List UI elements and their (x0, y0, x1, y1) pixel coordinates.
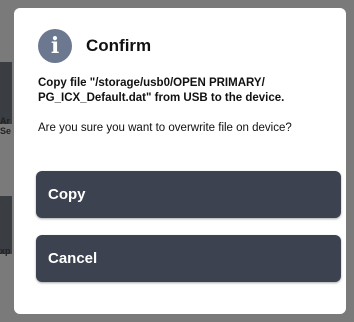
background-text-fragment: xp (0, 246, 11, 256)
info-icon: i (38, 29, 72, 63)
dialog-question: Are you sure you want to overwrite file … (38, 122, 292, 134)
confirm-dialog: i Confirm Copy file "/storage/usb0/OPEN … (14, 8, 346, 314)
dialog-message: Copy file "/storage/usb0/OPEN PRIMARY/ P… (38, 77, 285, 104)
copy-button[interactable]: Copy (36, 171, 341, 218)
background-text-fragment: Ar Se (0, 116, 12, 136)
cancel-button[interactable]: Cancel (36, 235, 341, 282)
background-panel (0, 62, 12, 124)
dialog-header: i Confirm (38, 28, 326, 64)
dialog-title: Confirm (86, 36, 152, 55)
